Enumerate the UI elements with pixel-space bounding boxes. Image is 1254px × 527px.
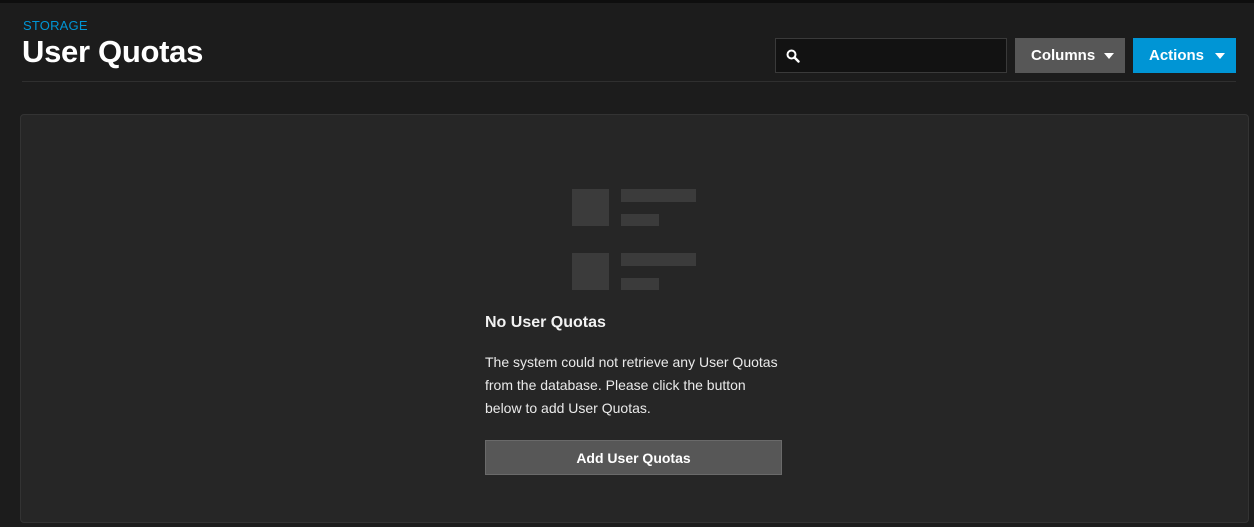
columns-button[interactable]: Columns [1015,38,1125,73]
page-title: User Quotas [22,34,204,69]
page-header: STORAGE User Quotas Columns Actions [22,16,1236,82]
empty-state-card: No User Quotas The system could not retr… [20,114,1249,523]
search-icon [786,49,800,63]
breadcrumb[interactable]: STORAGE [23,18,88,33]
search-box[interactable] [775,38,1007,73]
search-input[interactable] [808,39,1003,72]
actions-button-label: Actions [1149,47,1205,64]
top-border [0,0,1254,3]
table-placeholder-icon [572,189,698,291]
caret-down-icon [1215,53,1225,59]
add-user-quotas-button[interactable]: Add User Quotas [485,440,782,475]
empty-state-title: No User Quotas [485,314,606,331]
actions-button[interactable]: Actions [1133,38,1236,73]
columns-button-label: Columns [1031,47,1096,64]
caret-down-icon [1104,53,1114,59]
empty-state-message: The system could not retrieve any User Q… [485,354,778,416]
